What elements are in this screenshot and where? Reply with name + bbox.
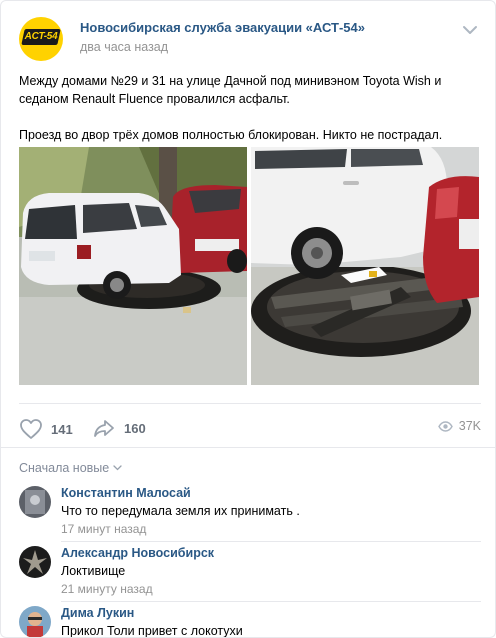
post-card: ACT-54 Новосибирская служба эвакуации «А… xyxy=(0,0,496,638)
post-photo-1[interactable] xyxy=(19,147,247,385)
sinkhole-photo-closeup xyxy=(251,147,479,385)
share-count: 160 xyxy=(124,420,146,436)
divider xyxy=(61,541,481,542)
eye-icon xyxy=(437,420,453,432)
community-name-link[interactable]: Новосибирская служба эвакуации «АСТ-54» xyxy=(80,20,365,35)
post-header: ACT-54 Новосибирская служба эвакуации «А… xyxy=(19,17,479,61)
sort-label: Сначала новые xyxy=(19,461,110,475)
post-actions-bar: 141 160 37K xyxy=(19,403,481,447)
like-count: 141 xyxy=(51,421,73,437)
post-time-link[interactable]: два часа назад xyxy=(80,40,168,54)
comment-text: Что то передумала земля их принимать . xyxy=(61,504,300,518)
comments-sort-dropdown[interactable]: Сначала новые xyxy=(19,461,122,475)
views-count: 37K xyxy=(458,419,481,433)
comment-author-link[interactable]: Александр Новосибирск xyxy=(61,546,214,560)
share-button[interactable]: 160 xyxy=(92,418,146,438)
chevron-down-icon xyxy=(113,465,122,471)
comment-item: Дима Лукин Прикол Толи привет с локотухи xyxy=(19,606,481,638)
logo-mark: ACT-54 xyxy=(21,29,61,45)
post-photo-2[interactable] xyxy=(251,147,479,385)
comment-time-link[interactable]: 21 минуту назад xyxy=(61,582,153,596)
comment-text: Прикол Толи привет с локотухи xyxy=(61,624,243,638)
comment-author-link[interactable]: Константин Малосай xyxy=(61,486,191,500)
post-menu-button[interactable] xyxy=(461,23,479,37)
comment-item: Александр Новосибирск Локтивище 21 минут… xyxy=(19,546,481,602)
post-paragraph: Проезд во двор трёх домов полностью блок… xyxy=(19,128,443,142)
sinkhole-photo-wide xyxy=(19,147,247,385)
avatar[interactable] xyxy=(19,486,51,518)
community-avatar[interactable]: ACT-54 xyxy=(19,17,63,61)
avatar-image xyxy=(19,606,51,637)
divider xyxy=(61,601,481,602)
avatar[interactable] xyxy=(19,606,51,637)
avatar-image xyxy=(19,486,51,518)
share-arrow-icon xyxy=(94,420,114,437)
comment-item: Константин Малосай Что то передумала зем… xyxy=(19,486,481,542)
comment-time-link[interactable]: 17 минут назад xyxy=(61,522,146,536)
comment-text: Локтивище xyxy=(61,564,126,578)
post-paragraph: Между домами №29 и 31 на улице Дачной по… xyxy=(19,74,442,106)
like-button[interactable]: 141 xyxy=(19,418,73,440)
avatar[interactable] xyxy=(19,546,51,578)
post-text: Между домами №29 и 31 на улице Дачной по… xyxy=(19,72,481,144)
logo-text: ACT-54 xyxy=(24,31,58,42)
avatar-image xyxy=(19,546,51,578)
heart-icon xyxy=(20,419,42,439)
views-counter: 37K xyxy=(437,419,481,433)
chevron-down-icon xyxy=(463,26,477,34)
comment-author-link[interactable]: Дима Лукин xyxy=(61,606,134,620)
comments-section: Сначала новые Константин Малосай Что то … xyxy=(1,447,495,638)
